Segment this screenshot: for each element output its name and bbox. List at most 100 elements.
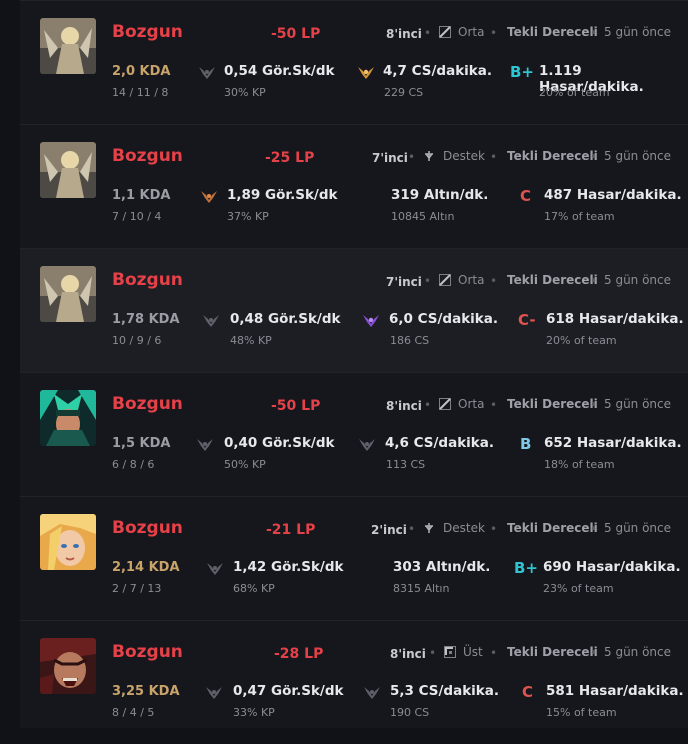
lp-change: -21 LP <box>266 522 316 538</box>
performance-grade: B+ <box>510 63 535 81</box>
kill-participation: 50% KP <box>224 458 266 471</box>
placement: 7'inci <box>372 151 408 165</box>
support-lane-icon <box>425 151 433 161</box>
cs-total: 186 CS <box>390 334 430 347</box>
champion-darius-icon[interactable] <box>40 638 96 694</box>
vision-score: 0,47 Gör.Sk/dk <box>233 683 344 699</box>
team-damage-share: 20% of team <box>539 86 610 99</box>
kda-value: 3,25 KDA <box>112 684 180 699</box>
kill-participation: 68% KP <box>233 582 275 595</box>
kill-participation: 48% KP <box>230 334 272 347</box>
performance-grade: B <box>520 435 532 453</box>
team-damage-share: 17% of team <box>544 210 615 223</box>
queue-type: Tekli Dereceli <box>507 273 598 287</box>
position-label: Destek <box>443 521 485 535</box>
champion-kayle-icon[interactable] <box>40 266 96 322</box>
position-label: Üst <box>463 645 483 659</box>
gold-per-minute: 319 Altın/dk. <box>391 187 489 203</box>
placement: 2'inci <box>371 523 407 537</box>
queue-type: Tekli Dereceli <box>507 149 598 163</box>
position-label: Orta <box>458 273 485 287</box>
kill-participation: 37% KP <box>227 210 269 223</box>
placement: 8'inci <box>386 399 422 413</box>
kill-participation: 33% KP <box>233 706 275 719</box>
match-row[interactable]: Bozgun -28 LP 8'inci • Üst • Tekli Derec… <box>20 620 688 744</box>
damage-per-minute: 487 Hasar/dakika. <box>544 187 682 203</box>
separator-dot: • <box>490 274 498 288</box>
queue-type: Tekli Dereceli <box>507 397 598 411</box>
kda-value: 1,1 KDA <box>112 188 171 203</box>
match-row[interactable]: Bozgun -25 LP 7'inci • Destek • Tekli De… <box>20 124 688 248</box>
position-label: Destek <box>443 149 485 163</box>
queue-type: Tekli Dereceli <box>507 521 598 535</box>
match-result: Bozgun <box>112 146 183 166</box>
kill-participation: 30% KP <box>224 86 266 99</box>
separator-dot: • <box>490 522 498 536</box>
gray-ward-icon <box>359 439 375 451</box>
champion-karma-icon[interactable] <box>40 390 96 446</box>
champion-lux-icon[interactable] <box>40 514 96 570</box>
time-ago: 5 gün önce <box>604 273 672 287</box>
match-result: Bozgun <box>112 22 183 42</box>
time-ago: 5 gün önce <box>604 397 672 411</box>
separator-dot: • <box>590 150 598 164</box>
mid-lane-icon <box>439 274 451 286</box>
team-damage-share: 15% of team <box>546 706 617 719</box>
cs-total: 113 CS <box>386 458 426 471</box>
vision-score: 1,89 Gör.Sk/dk <box>227 187 338 203</box>
performance-grade: C <box>522 683 534 701</box>
top-lane-icon <box>444 646 456 658</box>
vision-score: 0,54 Gör.Sk/dk <box>224 63 335 79</box>
separator-dot: • <box>490 646 498 660</box>
match-row[interactable]: Bozgun -50 LP 8'inci • Orta • Tekli Dere… <box>20 0 688 124</box>
vision-score: 0,48 Gör.Sk/dk <box>230 311 341 327</box>
placement: 8'inci <box>390 647 426 661</box>
performance-grade: C <box>520 187 532 205</box>
separator-dot: • <box>490 398 498 412</box>
cs-per-minute: 5,3 CS/dakika. <box>390 683 500 699</box>
damage-per-minute: 618 Hasar/dakika. <box>546 311 684 327</box>
lp-change: -25 LP <box>265 150 315 166</box>
lp-change: -50 LP <box>271 398 321 414</box>
mid-lane-icon <box>439 26 451 38</box>
team-damage-share: 20% of team <box>546 334 617 347</box>
gray-ward-icon <box>364 687 380 699</box>
gray-ward-icon <box>203 315 219 327</box>
separator-dot: • <box>424 398 432 412</box>
match-row[interactable]: Bozgun -50 LP 8'inci • Orta • Tekli Dere… <box>20 372 688 496</box>
separator-dot: • <box>424 274 432 288</box>
queue-type: Tekli Dereceli <box>507 25 598 39</box>
separator-dot: • <box>408 522 416 536</box>
match-result: Bozgun <box>112 394 183 414</box>
match-row[interactable]: Bozgun -21 LP 2'inci • Destek • Tekli De… <box>20 496 688 620</box>
kda-value: 1,78 KDA <box>112 312 180 327</box>
match-result: Bozgun <box>112 270 183 290</box>
gray-ward-icon <box>207 563 223 575</box>
gold-total: 10845 Altın <box>391 210 455 223</box>
kda-detail: 2 / 7 / 13 <box>112 582 162 595</box>
time-ago: 5 gün önce <box>604 149 672 163</box>
match-history: Bozgun -50 LP 8'inci • Orta • Tekli Dere… <box>0 0 688 728</box>
separator-dot: • <box>424 26 432 40</box>
position-label: Orta <box>458 25 485 39</box>
kda-detail: 6 / 8 / 6 <box>112 458 155 471</box>
separator-dot: • <box>590 398 598 412</box>
match-row[interactable]: Bozgun 7'inci • Orta • Tekli Dereceli • … <box>20 248 688 372</box>
orange-ward-icon <box>201 191 217 203</box>
kda-value: 2,14 KDA <box>112 560 180 575</box>
separator-dot: • <box>429 646 437 660</box>
vision-score: 0,40 Gör.Sk/dk <box>224 435 335 451</box>
lp-change: -28 LP <box>274 646 324 662</box>
champion-kayle-icon[interactable] <box>40 18 96 74</box>
damage-per-minute: 581 Hasar/dakika. <box>546 683 684 699</box>
separator-dot: • <box>490 150 498 164</box>
kda-detail: 8 / 4 / 5 <box>112 706 155 719</box>
performance-grade: B+ <box>514 559 539 577</box>
separator-dot: • <box>590 522 598 536</box>
support-lane-icon <box>425 523 433 533</box>
vision-score: 1,42 Gör.Sk/dk <box>233 559 344 575</box>
champion-kayle-icon[interactable] <box>40 142 96 198</box>
time-ago: 5 gün önce <box>604 521 672 535</box>
lp-change: -50 LP <box>271 26 321 42</box>
kda-detail: 7 / 10 / 4 <box>112 210 162 223</box>
